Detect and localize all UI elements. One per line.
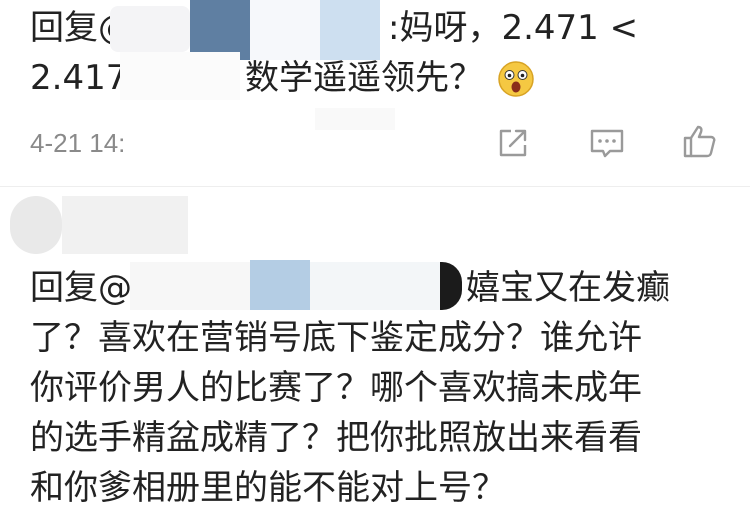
like-icon: [683, 125, 716, 158]
redacted-block: [130, 262, 250, 310]
comment-2-line-1: 嬉宝又在发癫: [466, 268, 670, 308]
redacted-block: [320, 0, 380, 60]
share-button[interactable]: [494, 124, 532, 162]
redacted-avatar: [10, 196, 62, 254]
comment-2-line-2: 了？喜欢在营销号底下鉴定成分？谁允许: [30, 318, 642, 358]
redacted-username: [110, 6, 190, 52]
surprised-emoji-icon: [497, 60, 535, 98]
comment-2-line-3: 你评价男人的比赛了？哪个喜欢搞未成年: [30, 368, 642, 408]
share-icon: [499, 129, 527, 157]
comment-time: 4-21 14:: [30, 128, 126, 158]
redacted-block: [310, 262, 440, 310]
comment-icon: [590, 129, 624, 158]
redacted-block: [190, 0, 250, 60]
redacted-block: [250, 260, 310, 310]
redacted-block: [250, 0, 320, 60]
comment-button[interactable]: [588, 124, 626, 162]
redacted-block: [315, 108, 395, 130]
redacted-block: [440, 262, 462, 310]
comment-2-line-4: 的选手精盆成精了？把你批照放出来看看: [30, 418, 642, 458]
comment-2: 回复@ 嬉宝又在发癫 了？喜欢在营销号底下鉴定成分？谁允许 你评价男人的比赛了？…: [0, 190, 750, 520]
comment-2-line-5: 和你爹相册里的能不能对上号？: [30, 468, 506, 508]
like-button[interactable]: [680, 122, 718, 160]
divider: [0, 186, 750, 187]
redacted-block: [120, 52, 240, 100]
comment-1-number: 2.417: [30, 58, 128, 98]
reply-prefix: 回复@: [30, 268, 132, 308]
comment-1-line-2: 数学遥遥领先？: [245, 58, 483, 98]
comment-1: 回复@ :妈呀，2.471 < 2.417 数学遥遥领先？ 4-21 14:: [0, 0, 750, 170]
redacted-username: [62, 196, 188, 254]
comment-1-line-1: :妈呀，2.471 <: [388, 8, 639, 48]
